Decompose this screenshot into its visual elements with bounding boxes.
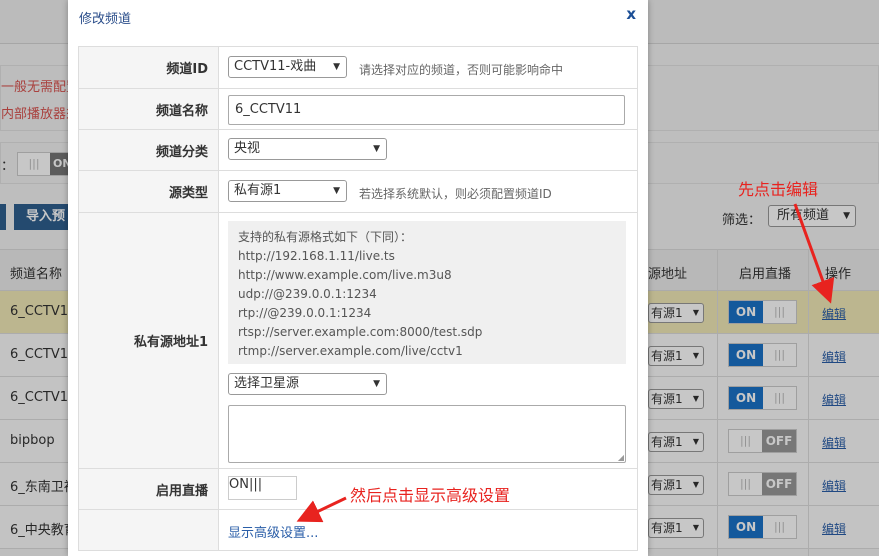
annotation-arrows [296, 203, 835, 523]
arrow-to-advanced [296, 496, 347, 523]
arrow-to-edit [793, 203, 835, 304]
